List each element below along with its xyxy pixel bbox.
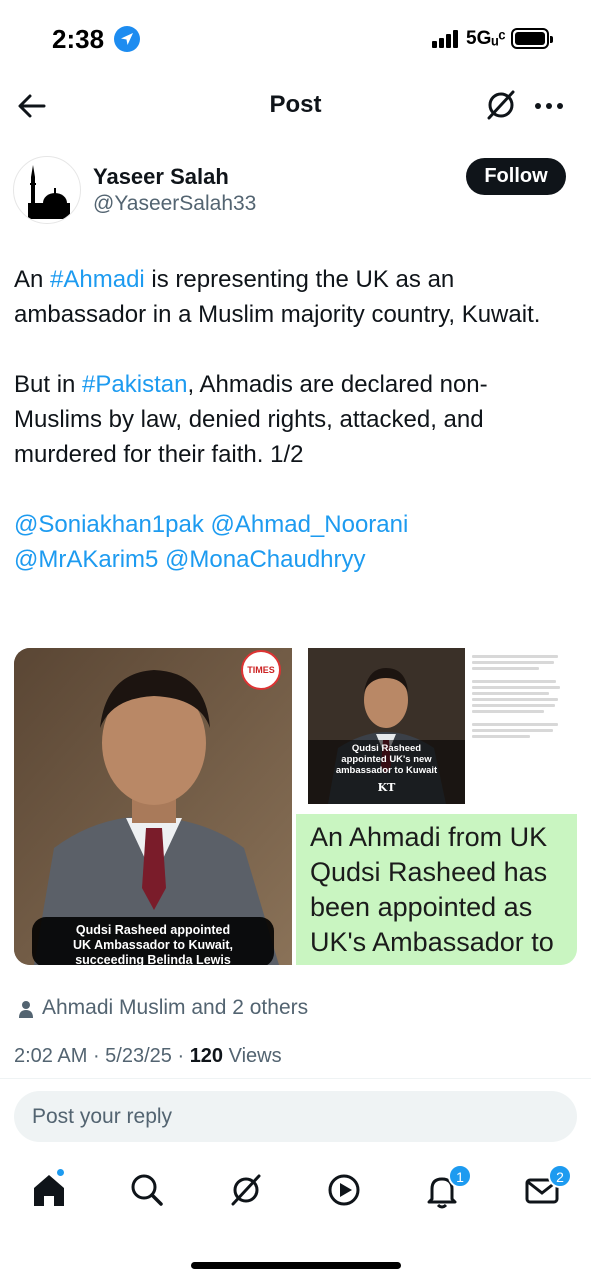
embedded-caption: Qudsi Rasheed appointed UK's new ambassa… [308, 743, 465, 776]
grok-icon[interactable] [484, 88, 518, 122]
location-arrow-icon [114, 26, 140, 52]
more-dots-icon[interactable] [532, 92, 566, 120]
author-handle[interactable]: @YaseerSalah33 [93, 192, 256, 216]
status-time: 2:38 [52, 24, 105, 54]
media-grid: TIMES Qudsi Rasheed appointed UK Ambassa… [14, 648, 577, 965]
caption-line: Qudsi Rasheed [351, 743, 422, 754]
mention-link[interactable]: @Soniakhan1pak [14, 511, 204, 538]
mentions-line-1: @Soniakhan1pak @Ahmad_Noorani [14, 507, 574, 542]
views-label: Views [223, 1045, 282, 1067]
caption-line: UK Ambassador to Kuwait, [73, 938, 233, 952]
mentions-line-2: @MrAKarim5 @MonaChaudhryy [14, 542, 574, 577]
hashtag-link[interactable]: #Pakistan [82, 371, 187, 398]
hashtag-link[interactable]: #Ahmadi [50, 266, 145, 293]
author-name[interactable]: Yaseer Salah [93, 164, 229, 190]
search-icon[interactable] [125, 1168, 169, 1212]
follow-button[interactable]: Follow [466, 158, 566, 195]
home-icon[interactable] [27, 1168, 71, 1212]
tweet-paragraph-1: An #Ahmadi is representing the UK as an … [14, 262, 574, 332]
notifications-badge: 1 [448, 1164, 472, 1188]
messages-badge: 2 [548, 1164, 572, 1188]
post-date: 5/23/25 [105, 1045, 172, 1067]
separator: · [87, 1045, 106, 1067]
battery-icon [511, 28, 553, 49]
media-image-2[interactable]: Qudsi Rasheed appointed UK's new ambassa… [296, 648, 577, 965]
views-count: 120 [189, 1045, 224, 1067]
post-time: 2:02 AM [14, 1045, 88, 1067]
mention-link[interactable]: @Ahmad_Noorani [211, 511, 409, 538]
embedded-article-text [468, 648, 572, 804]
home-unread-dot [56, 1168, 65, 1177]
mosque-logo-icon [28, 165, 70, 219]
separator: · [171, 1045, 190, 1067]
reply-input[interactable] [32, 1091, 552, 1142]
bottom-nav: 1 2 [0, 1160, 591, 1222]
top-header: Post [0, 80, 591, 132]
network-type: 5Gᵤᶜ [466, 28, 506, 49]
highlighted-text-box: An Ahmadi from UK Qudsi Rasheed has been… [296, 814, 577, 965]
avatar[interactable] [13, 156, 81, 224]
status-bar: 2:38 5Gᵤᶜ [0, 0, 591, 80]
mention-link[interactable]: @MrAKarim5 [14, 546, 158, 573]
post-meta: 2:02 AM · 5/23/25 · 120 Views [14, 1045, 282, 1068]
grok-icon[interactable] [224, 1168, 268, 1212]
caption-line: Qudsi Rasheed appointed [75, 923, 231, 937]
notifications-icon[interactable]: 1 [420, 1164, 472, 1212]
messages-icon[interactable]: 2 [520, 1164, 572, 1212]
caption-line: appointed UK's new [341, 754, 432, 765]
tweet-paragraph-2: But in #Pakistan, Ahmadis are declared n… [14, 367, 574, 472]
times-logo: TIMES [241, 650, 281, 690]
caption-line: ambassador to Kuwait [335, 765, 438, 776]
image-caption: Qudsi Rasheed appointed UK Ambassador to… [32, 917, 274, 965]
text-segment: An [14, 266, 51, 293]
tweet-text: An #Ahmadi is representing the UK as an … [14, 262, 574, 577]
liked-by-text: Ahmadi Muslim and 2 others [42, 996, 309, 1019]
embedded-screenshot: Qudsi Rasheed appointed UK's new ambassa… [308, 648, 465, 804]
home-indicator [191, 1262, 401, 1269]
person-icon [19, 1001, 33, 1018]
text-segment: But in [14, 371, 83, 398]
media-image-1[interactable]: TIMES Qudsi Rasheed appointed UK Ambassa… [14, 648, 292, 965]
divider [0, 1078, 591, 1079]
caption-line: succeeding Belinda Lewis [75, 953, 231, 965]
mention-link[interactable]: @MonaChaudhryy [165, 546, 365, 573]
reply-box[interactable] [14, 1091, 577, 1142]
video-icon[interactable] [322, 1168, 366, 1212]
kt-logo: KT [377, 781, 396, 794]
signal-strength-icon [432, 30, 460, 48]
